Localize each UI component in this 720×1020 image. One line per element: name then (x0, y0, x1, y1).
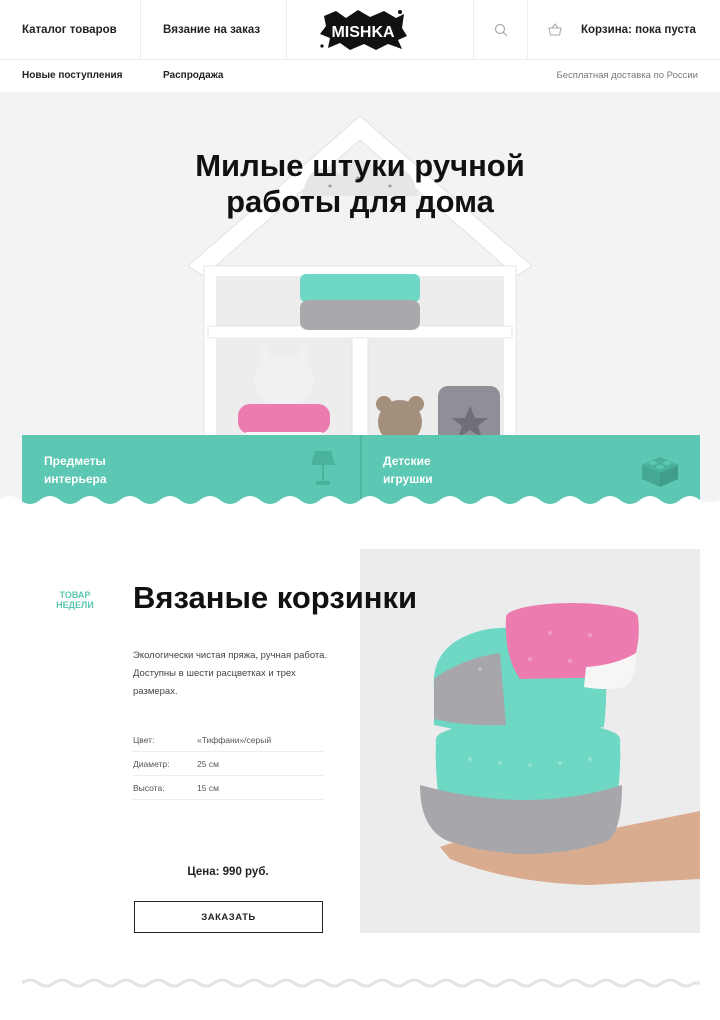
site-header: Каталог товаров Вязание на заказ MISHKA … (0, 0, 720, 60)
spec-row: Высота: 15 см (133, 776, 323, 800)
nav-catalog-link[interactable]: Каталог товаров (22, 0, 117, 59)
nav-knitting-link[interactable]: Вязание на заказ (163, 0, 260, 59)
cart-status-link[interactable]: Корзина: пока пуста (581, 0, 696, 59)
product-specs: Цвет: «Тиффани»/серый Диаметр: 25 см Выс… (133, 728, 323, 800)
category-interior-line-1: Предметы (44, 454, 106, 468)
header-divider (473, 0, 474, 59)
sub-navigation: Новые поступления Распродажа Бесплатная … (0, 60, 720, 92)
svg-text:MISHKA: MISHKA (331, 24, 395, 41)
spec-value: «Тиффани»/серый (197, 734, 272, 745)
spec-label: Диаметр: (133, 758, 170, 769)
spec-label: Цвет: (133, 734, 155, 745)
category-interior-line-2: интерьера (44, 472, 107, 486)
free-delivery-note: Бесплатная доставка по России (556, 70, 698, 81)
spec-value: 15 см (197, 782, 219, 793)
product-price: Цена: 990 руб. (187, 866, 269, 878)
product-description: Экологически чистая пряжа, ручная работа… (133, 650, 328, 697)
tag-line-2: НЕДЕЛИ (56, 600, 94, 610)
hero-title-line-2: работы для дома (226, 184, 494, 219)
order-button[interactable]: ЗАКАЗАТЬ (134, 901, 323, 933)
tag-line-1: ТОВАР (59, 590, 91, 600)
sale-link[interactable]: Распродажа (163, 70, 223, 81)
hero-title-line-1: Милые штуки ручной (195, 148, 525, 183)
product-title: Вязаные корзинки (133, 580, 418, 615)
new-arrivals-link[interactable]: Новые поступления (22, 70, 123, 81)
wave-divider (0, 496, 720, 512)
header-divider (527, 0, 528, 59)
header-divider (140, 0, 141, 59)
category-kids-line-1: Детские (383, 454, 431, 468)
spec-row: Цвет: «Тиффани»/серый (133, 728, 323, 752)
mishka-logo[interactable]: MISHKA (318, 8, 408, 52)
category-kids-line-2: игрушки (383, 472, 433, 486)
header-divider (286, 0, 287, 59)
spec-value: 25 см (197, 758, 219, 769)
spec-row: Диаметр: 25 см (133, 752, 323, 776)
spec-label: Высота: (133, 782, 165, 793)
basket-icon[interactable] (547, 22, 563, 38)
wave-divider (22, 978, 700, 988)
hero-title: Милые штуки ручной работы для дома (0, 148, 720, 220)
product-of-week-tag: ТОВАР НЕДЕЛИ (50, 590, 100, 610)
search-icon[interactable] (493, 22, 509, 38)
lego-brick-icon (642, 457, 678, 487)
lamp-icon (311, 451, 335, 485)
